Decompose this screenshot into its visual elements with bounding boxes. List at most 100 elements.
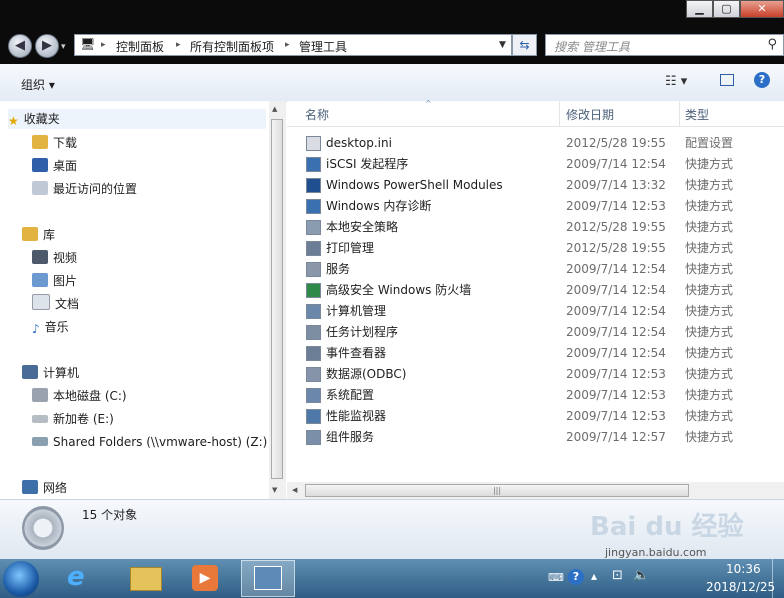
nav-desktop[interactable]: 桌面 (32, 156, 77, 176)
keyboard-icon[interactable]: ⌨ (548, 571, 564, 584)
address-dropdown-icon[interactable]: ▼ (499, 40, 506, 50)
file-name: 系统配置 (326, 388, 375, 402)
column-header-name[interactable]: 名称 (305, 106, 329, 123)
breadcrumb-control-panel[interactable]: 控制面板 (116, 38, 164, 55)
view-options-icon[interactable]: ☷ ▾ (665, 74, 687, 89)
shortcut-icon (306, 262, 321, 277)
desktop-icon (32, 158, 48, 172)
file-type: 快捷方式 (685, 388, 734, 402)
nav-music[interactable]: ♪ 音乐 (32, 317, 69, 337)
file-date: 2009/7/14 12:53 (566, 409, 666, 423)
column-header-date[interactable]: 修改日期 (566, 106, 614, 123)
watermark-url: jingyan.baidu.com (605, 546, 707, 559)
file-date: 2009/7/14 12:54 (566, 262, 666, 276)
breadcrumb-all-items[interactable]: 所有控制面板项 (190, 38, 274, 55)
nav-libraries[interactable]: 库 (22, 225, 55, 245)
help-icon[interactable]: ? (754, 72, 770, 88)
file-row[interactable]: 任务计划程序 2009/7/14 12:54 快捷方式 (287, 322, 784, 343)
file-list-horizontal-scrollbar[interactable]: ◀ ||| (287, 482, 784, 499)
refresh-button[interactable]: ⇆ (512, 34, 537, 56)
file-type: 快捷方式 (685, 157, 734, 171)
file-row[interactable]: Windows 内存诊断 2009/7/14 12:53 快捷方式 (287, 196, 784, 217)
file-row[interactable]: iSCSI 发起程序 2009/7/14 12:54 快捷方式 (287, 154, 784, 175)
nav-pane-scrollbar[interactable]: ▲ ▼ (269, 101, 286, 499)
file-row[interactable]: 事件查看器 2009/7/14 12:54 快捷方式 (287, 343, 784, 364)
file-row[interactable]: 组件服务 2009/7/14 12:57 快捷方式 (287, 427, 784, 448)
breadcrumb-admin-tools[interactable]: 管理工具 (299, 38, 347, 55)
file-name: 服务 (326, 262, 351, 276)
scroll-down-icon[interactable]: ▼ (272, 486, 277, 494)
nav-videos[interactable]: 视频 (32, 248, 77, 268)
file-type: 快捷方式 (685, 178, 734, 192)
nav-computer[interactable]: 计算机 (22, 363, 79, 383)
file-row[interactable]: 数据源(ODBC) 2009/7/14 12:53 快捷方式 (287, 364, 784, 385)
media-player-icon[interactable]: ▶ (192, 565, 218, 591)
command-toolbar: 组织 ▾ ☷ ▾ ? (0, 64, 784, 102)
shortcut-icon (306, 304, 321, 319)
preview-pane-icon[interactable] (720, 74, 734, 86)
internet-explorer-icon[interactable]: e (67, 562, 85, 592)
file-row[interactable]: 系统配置 2009/7/14 12:53 快捷方式 (287, 385, 784, 406)
maximize-button[interactable]: ▢ (713, 0, 740, 18)
shortcut-icon (306, 199, 321, 214)
admin-tools-gear-icon (22, 506, 64, 550)
file-date: 2009/7/14 13:32 (566, 178, 666, 192)
nav-pictures[interactable]: 图片 (32, 271, 77, 291)
search-input[interactable]: 搜索 管理工具 ⚲ (545, 34, 784, 56)
nav-shared-folders[interactable]: Shared Folders (\\vmware-host) (Z:) (32, 432, 267, 452)
horizontal-scroll-thumb[interactable]: ||| (305, 484, 689, 497)
recent-pages-chevron-icon[interactable]: ▾ (61, 42, 66, 52)
show-hidden-icons-icon[interactable]: ▴ (591, 569, 597, 583)
file-date: 2009/7/14 12:54 (566, 283, 666, 297)
column-header-type[interactable]: 类型 (685, 106, 709, 123)
column-divider[interactable] (559, 101, 560, 126)
nav-documents[interactable]: 文档 (32, 294, 79, 314)
file-explorer-icon[interactable] (130, 567, 162, 591)
navigation-pane: ★ 收藏夹 下载 桌面 最近访问的位置 库 视频 图片 文档 ♪ 音乐 计算机 本地… (0, 101, 286, 499)
nav-recent[interactable]: 最近访问的位置 (32, 179, 137, 199)
volume-icon[interactable]: 🔈 (633, 568, 649, 583)
taskbar-admin-tools-window[interactable] (241, 560, 295, 597)
forward-button[interactable]: ▶ (35, 34, 59, 58)
file-row[interactable]: 性能监视器 2009/7/14 12:53 快捷方式 (287, 406, 784, 427)
start-button[interactable] (3, 561, 39, 597)
minimize-button[interactable]: ▁ (686, 0, 713, 18)
file-name: 打印管理 (326, 241, 375, 255)
back-button[interactable]: ◀ (8, 34, 32, 58)
nav-new-volume[interactable]: 新加卷 (E:) (32, 409, 114, 429)
file-row[interactable]: 高级安全 Windows 防火墙 2009/7/14 12:54 快捷方式 (287, 280, 784, 301)
music-note-icon: ♪ (32, 322, 40, 336)
scroll-up-icon[interactable]: ▲ (272, 105, 277, 113)
address-bar[interactable]: 🖥 ▸ 控制面板 ▸ 所有控制面板项 ▸ 管理工具 ▼ (74, 34, 512, 56)
scroll-left-icon[interactable]: ◀ (292, 486, 297, 494)
clock-date[interactable]: 2018/12/25 (706, 580, 775, 594)
file-row[interactable]: desktop.ini 2012/5/28 19:55 配置设置 (287, 133, 784, 154)
file-date: 2009/7/14 12:57 (566, 430, 666, 444)
clock-time[interactable]: 10:36 (726, 562, 761, 576)
file-type: 快捷方式 (685, 283, 734, 297)
file-row[interactable]: 打印管理 2012/5/28 19:55 快捷方式 (287, 238, 784, 259)
help-tray-icon[interactable]: ? (568, 569, 584, 585)
nav-downloads[interactable]: 下载 (32, 133, 77, 153)
file-row[interactable]: 服务 2009/7/14 12:54 快捷方式 (287, 259, 784, 280)
file-row[interactable]: 本地安全策略 2012/5/28 19:55 快捷方式 (287, 217, 784, 238)
file-date: 2009/7/14 12:53 (566, 199, 666, 213)
shortcut-icon (306, 241, 321, 256)
nav-network[interactable]: 网络 (22, 478, 67, 498)
file-row[interactable]: 计算机管理 2009/7/14 12:54 快捷方式 (287, 301, 784, 322)
search-icon[interactable]: ⚲ (767, 37, 777, 52)
recent-places-icon (32, 181, 48, 195)
nav-scroll-thumb[interactable] (271, 119, 283, 479)
nav-local-disk[interactable]: 本地磁盘 (C:) (32, 386, 127, 406)
star-icon: ★ (8, 114, 19, 128)
close-button[interactable]: ✕ (740, 0, 784, 18)
file-row[interactable]: Windows PowerShell Modules 2009/7/14 13:3… (287, 175, 784, 196)
organize-menu[interactable]: 组织 ▾ (21, 76, 55, 93)
column-divider[interactable] (679, 101, 680, 126)
show-desktop-button[interactable] (772, 559, 784, 598)
watermark-text: Bai du 经验 (590, 512, 744, 542)
document-library-icon (32, 294, 50, 310)
file-type: 快捷方式 (685, 430, 734, 444)
nav-favorites[interactable]: ★ 收藏夹 (8, 109, 266, 129)
network-tray-icon[interactable]: ⊡ (612, 568, 623, 583)
